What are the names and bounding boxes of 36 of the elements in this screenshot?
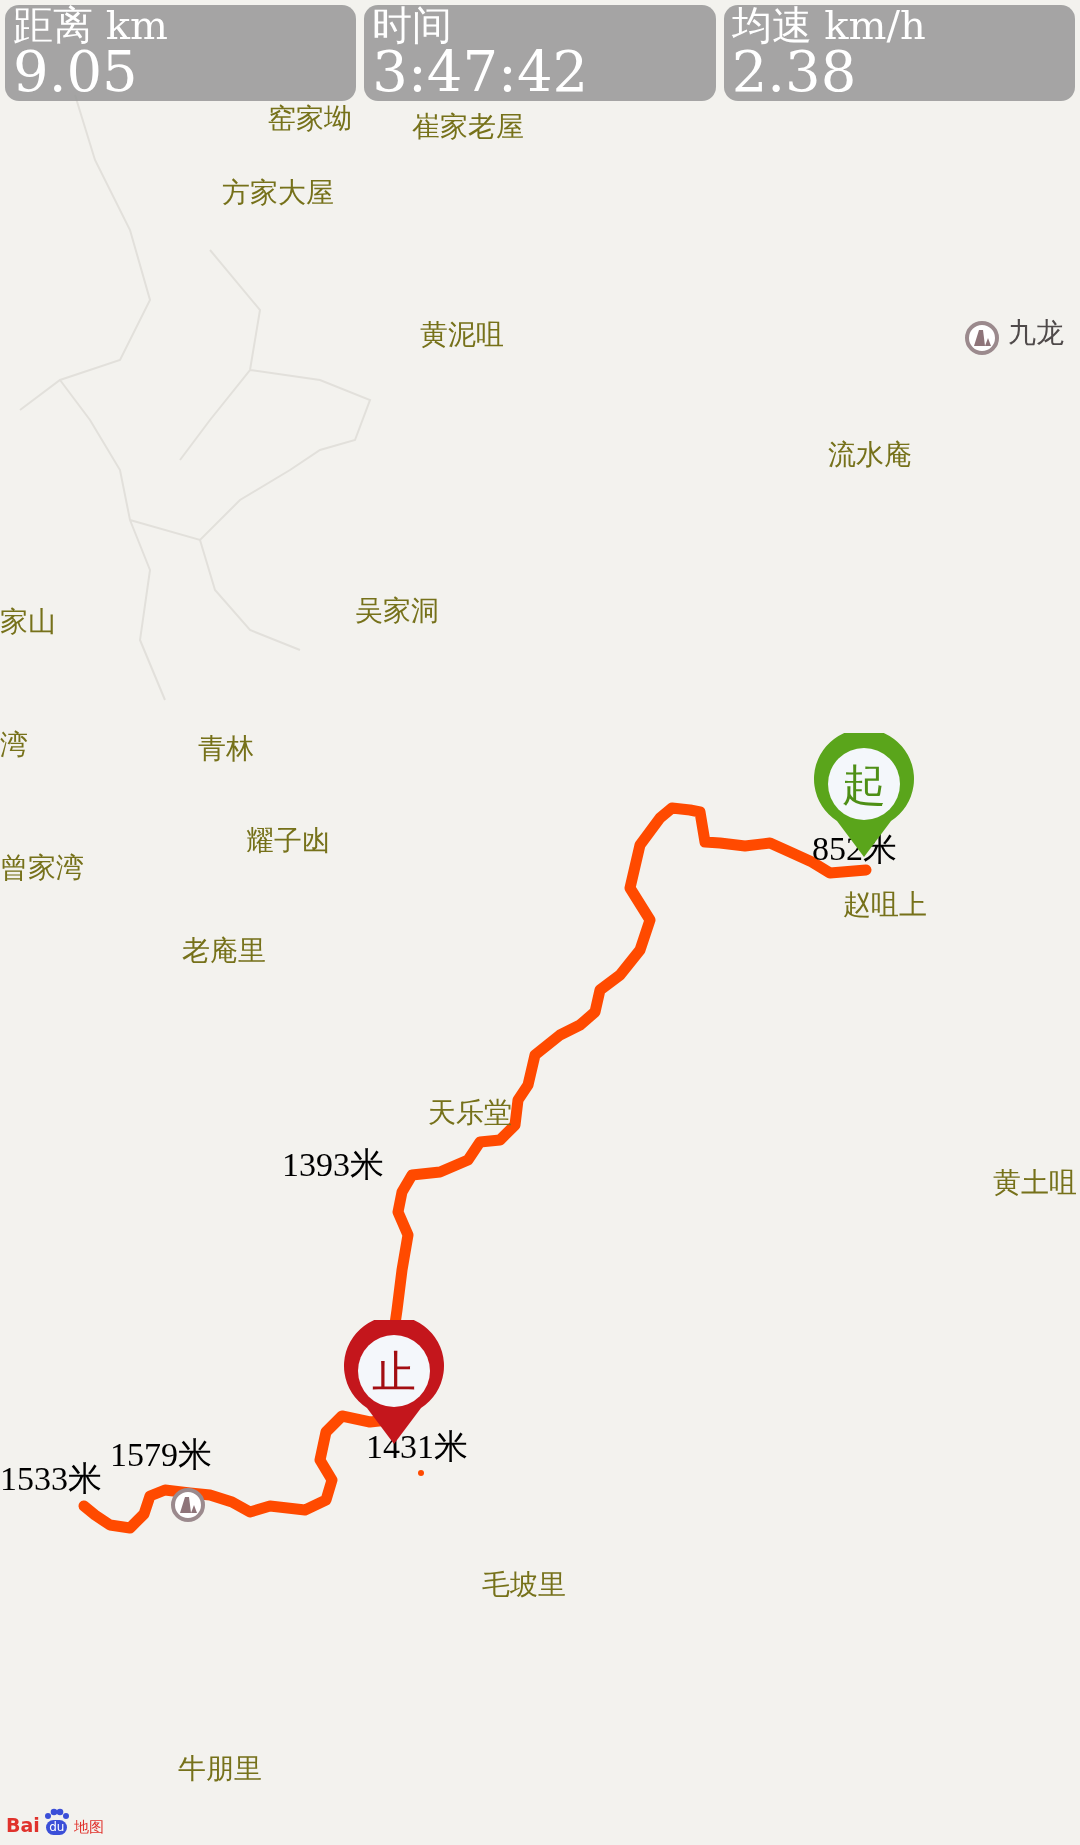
elevation-label: 1579米 [110, 1438, 212, 1472]
place-label: 曾家湾 [0, 853, 84, 884]
stat-label: 时间 [372, 5, 454, 45]
logo-text: 地图 [73, 1820, 104, 1836]
mountain-icon [964, 320, 1000, 356]
place-label: 九龙 [1008, 318, 1064, 349]
place-label: 老庵里 [182, 936, 266, 967]
place-label: 窑家坳 [268, 104, 352, 135]
place-label: 家山 [0, 607, 56, 638]
place-label: 赵咀上 [843, 890, 927, 921]
place-label: 耀子凼 [246, 826, 330, 857]
place-label: 崔家老屋 [412, 112, 524, 143]
place-label: 青林 [198, 734, 254, 765]
place-label: 毛坡里 [482, 1570, 566, 1601]
place-label: 天乐堂 [428, 1098, 512, 1129]
logo-text: du [46, 1820, 68, 1836]
marker-glyph: 止 [372, 1346, 416, 1397]
place-label: 黄泥咀 [420, 320, 504, 351]
place-label: 方家大屋 [222, 178, 334, 209]
track-dot [418, 1470, 424, 1476]
stat-label: 均速 km/h [731, 5, 927, 45]
logo-text: Bai [6, 1816, 40, 1836]
stat-value: 2.38 [731, 45, 857, 99]
paw-icon [43, 1808, 70, 1820]
marker-glyph: 起 [842, 759, 886, 810]
place-label: 流水庵 [828, 440, 912, 471]
mountain-icon [170, 1487, 206, 1523]
elevation-label: 1533米 [0, 1462, 102, 1496]
place-label: 湾 [0, 730, 28, 761]
stat-value: 9.05 [13, 45, 139, 99]
place-label: 吴家洞 [355, 596, 439, 627]
place-label: 牛朋里 [178, 1754, 262, 1785]
stat-label: 距离 km [13, 5, 169, 45]
stat-value: 3:47:42 [372, 45, 590, 99]
place-label: 黄土咀 [993, 1168, 1077, 1199]
elevation-label: 1393米 [282, 1148, 384, 1182]
